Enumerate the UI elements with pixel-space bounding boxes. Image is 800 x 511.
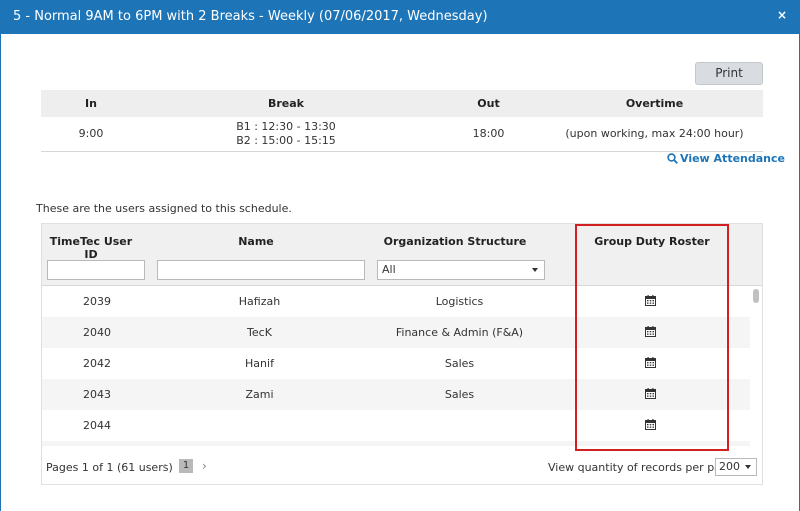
header-overtime: Overtime xyxy=(625,97,684,110)
dialog-title: 5 - Normal 9AM to 6PM with 2 Breaks - We… xyxy=(13,9,488,24)
cell-name: Hanif xyxy=(245,357,274,370)
value-break: B1 : 12:30 - 13:30 B2 : 15:00 - 15:15 xyxy=(141,120,431,148)
records-per-page-label: View quantity of records per page xyxy=(548,461,735,474)
schedule-summary-table: In Break Out Overtime 9:00 B1 : 12:30 - … xyxy=(41,90,763,152)
cell-group-duty-roster xyxy=(576,419,724,432)
calendar-icon[interactable] xyxy=(644,419,656,430)
next-page-icon[interactable]: › xyxy=(202,459,207,473)
calendar-icon[interactable] xyxy=(644,326,656,337)
column-header-name[interactable]: Name xyxy=(152,235,360,248)
close-icon[interactable]: × xyxy=(777,8,787,22)
dialog-titlebar: 5 - Normal 9AM to 6PM with 2 Breaks - We… xyxy=(1,0,800,34)
cell-user-id: 2039 xyxy=(83,295,111,308)
column-header-user-id[interactable]: TimeTec User ID xyxy=(42,235,140,261)
view-attendance-link[interactable]: View Attendance xyxy=(667,152,785,165)
column-header-group-duty-roster[interactable]: Group Duty Roster xyxy=(576,235,728,248)
cell-group-duty-roster xyxy=(576,388,724,401)
chevron-down-icon xyxy=(532,268,538,272)
cell-group-duty-roster xyxy=(576,295,724,308)
org-filter-value: All xyxy=(382,263,396,276)
pager-info: Pages 1 of 1 (61 users) xyxy=(46,461,173,474)
table-row[interactable]: 2040 TecK Finance & Admin (F&A) xyxy=(42,317,750,348)
user-id-filter-input[interactable] xyxy=(47,260,145,280)
records-per-page-value: 200 xyxy=(719,460,740,473)
users-grid: TimeTec User ID Name Organization Struct… xyxy=(41,223,763,485)
cell-org: Sales xyxy=(444,388,475,401)
value-in: 9:00 xyxy=(78,127,104,140)
pager: Pages 1 of 1 (61 users) ‹ 1 › View quant… xyxy=(42,446,762,484)
schedule-header-row: In Break Out Overtime xyxy=(41,90,763,117)
cell-name: TecK xyxy=(247,326,272,339)
table-row[interactable]: 2043 Zami Sales xyxy=(42,379,750,410)
view-attendance-label: View Attendance xyxy=(680,152,785,165)
table-row[interactable]: 2039 Hafizah Logistics xyxy=(42,286,750,317)
schedule-dialog: 5 - Normal 9AM to 6PM with 2 Breaks - We… xyxy=(0,0,800,511)
calendar-icon[interactable] xyxy=(644,295,656,306)
records-per-page-select[interactable]: 200 xyxy=(715,458,757,476)
print-button[interactable]: Print xyxy=(695,62,763,85)
search-icon xyxy=(667,153,678,164)
page-number-button[interactable]: 1 xyxy=(179,459,193,473)
name-filter-input[interactable] xyxy=(157,260,365,280)
table-row[interactable]: 2042 Hanif Sales xyxy=(42,348,750,379)
value-out: 18:00 xyxy=(472,127,505,140)
value-break-2: B2 : 15:00 - 15:15 xyxy=(236,134,336,147)
value-overtime: (upon working, max 24:00 hour) xyxy=(565,127,744,140)
value-break-1: B1 : 12:30 - 13:30 xyxy=(236,120,336,133)
calendar-icon[interactable] xyxy=(644,388,656,399)
calendar-icon[interactable] xyxy=(644,357,656,368)
scrollbar-thumb[interactable] xyxy=(753,289,759,303)
header-in: In xyxy=(85,97,97,110)
table-row[interactable]: 2044 xyxy=(42,410,750,441)
header-break: Break xyxy=(267,97,304,110)
chevron-down-icon xyxy=(745,465,751,469)
header-out: Out xyxy=(477,97,500,110)
grid-rows: 2039 Hafizah Logistics 2040 TecK Finance… xyxy=(42,286,750,446)
grid-scrollbar[interactable] xyxy=(750,286,762,446)
intro-text: These are the users assigned to this sch… xyxy=(36,202,292,215)
org-filter-select[interactable]: All xyxy=(377,260,545,280)
prev-page-icon[interactable]: ‹ xyxy=(162,459,167,473)
cell-user-id: 2043 xyxy=(83,388,111,401)
cell-name: Hafizah xyxy=(238,295,281,308)
cell-name: Zami xyxy=(245,388,274,401)
cell-group-duty-roster xyxy=(576,326,724,339)
cell-user-id: 2042 xyxy=(83,357,111,370)
column-header-org[interactable]: Organization Structure xyxy=(372,235,538,248)
cell-group-duty-roster xyxy=(576,357,724,370)
cell-org: Logistics xyxy=(435,295,484,308)
grid-header: TimeTec User ID Name Organization Struct… xyxy=(42,224,762,286)
cell-org: Finance & Admin (F&A) xyxy=(395,326,524,339)
cell-user-id: 2044 xyxy=(83,419,111,432)
cell-user-id: 2040 xyxy=(83,326,111,339)
cell-org: Sales xyxy=(444,357,475,370)
